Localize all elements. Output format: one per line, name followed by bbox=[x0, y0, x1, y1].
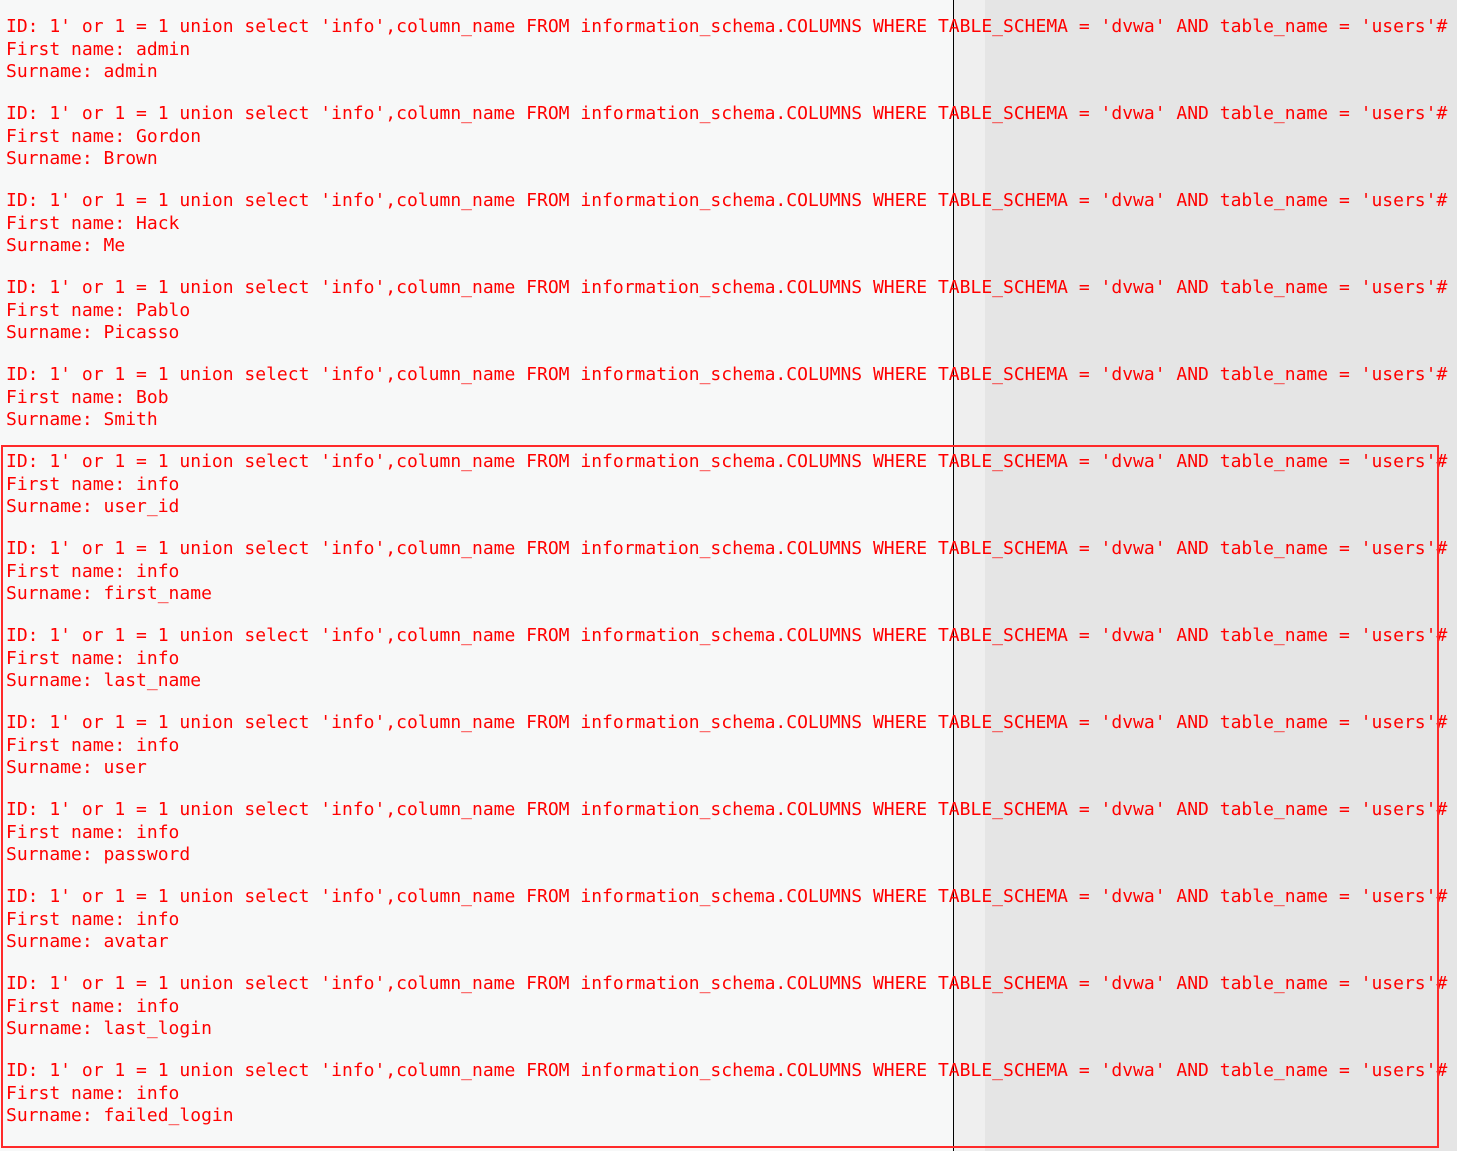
column-names-highlight-box bbox=[1, 445, 1439, 1148]
result-first-name: First name: Gordon bbox=[6, 125, 202, 147]
result-surname: Surname: Picasso bbox=[6, 322, 180, 344]
result-first-name: First name: admin bbox=[6, 38, 191, 60]
result-block-5: ID: 1' or 1 = 1 union select 'info',colu… bbox=[6, 364, 1448, 451]
result-first-name: First name: Bob bbox=[6, 386, 169, 408]
result-id: ID: 1' or 1 = 1 union select 'info',colu… bbox=[6, 103, 1448, 124]
result-id: ID: 1' or 1 = 1 union select 'info',colu… bbox=[6, 364, 1448, 385]
result-block-1: ID: 1' or 1 = 1 union select 'info',colu… bbox=[6, 16, 1448, 103]
result-surname: Surname: Brown bbox=[6, 148, 158, 170]
result-first-name: First name: Pablo bbox=[6, 299, 191, 321]
result-id: ID: 1' or 1 = 1 union select 'info',colu… bbox=[6, 190, 1448, 211]
result-first-name: First name: Hack bbox=[6, 212, 180, 234]
result-id: ID: 1' or 1 = 1 union select 'info',colu… bbox=[6, 277, 1448, 298]
result-block-3: ID: 1' or 1 = 1 union select 'info',colu… bbox=[6, 190, 1448, 277]
result-block-2: ID: 1' or 1 = 1 union select 'info',colu… bbox=[6, 103, 1448, 190]
result-surname: Surname: Me bbox=[6, 235, 126, 257]
result-block-4: ID: 1' or 1 = 1 union select 'info',colu… bbox=[6, 277, 1448, 364]
result-surname: Surname: Smith bbox=[6, 409, 158, 431]
result-id: ID: 1' or 1 = 1 union select 'info',colu… bbox=[6, 16, 1448, 37]
result-surname: Surname: admin bbox=[6, 61, 158, 83]
